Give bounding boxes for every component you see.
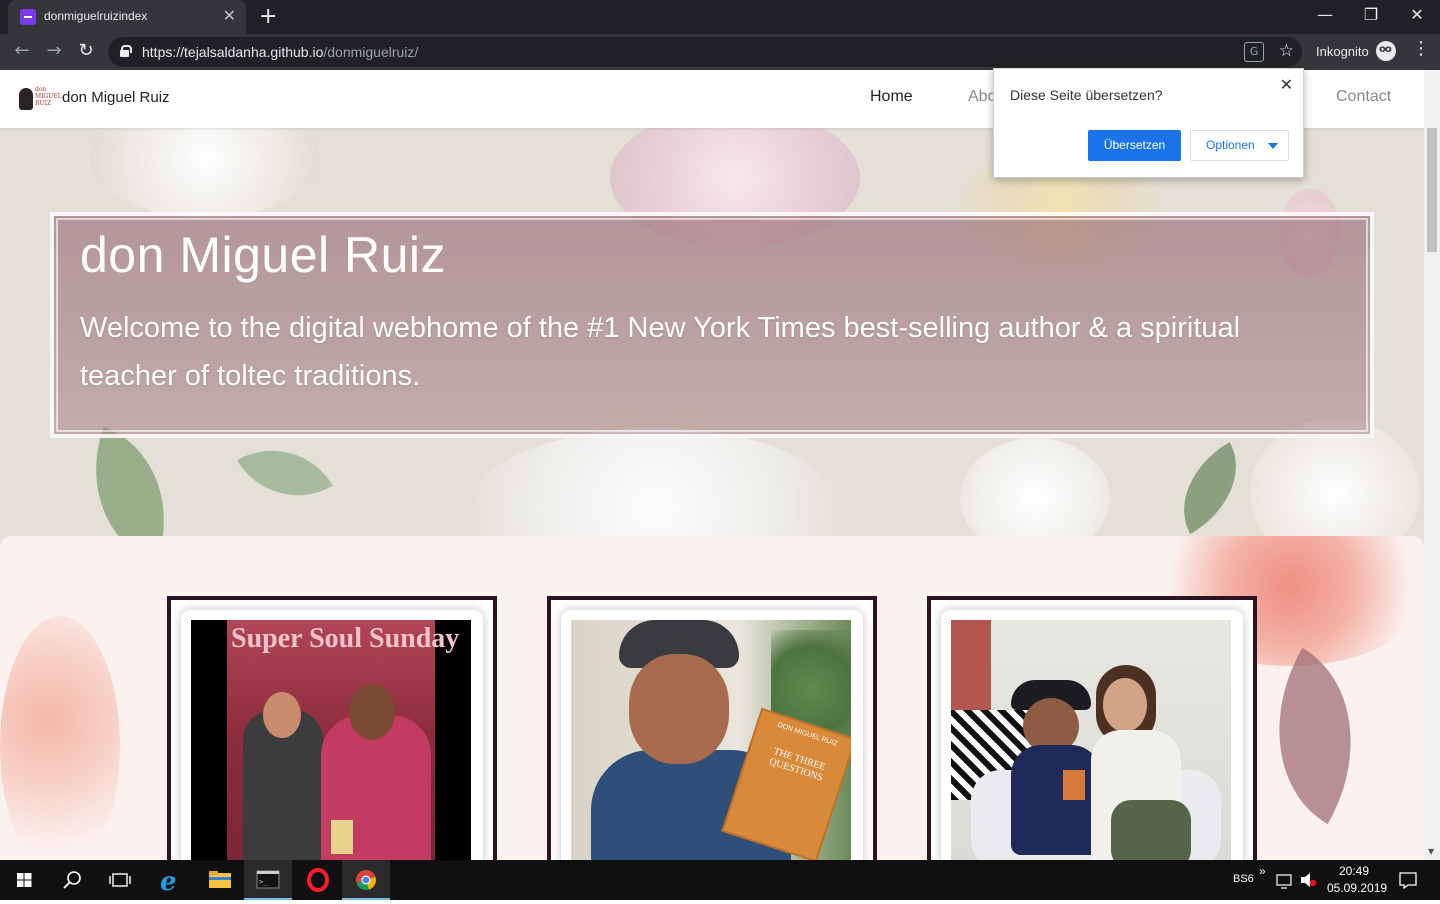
scroll-down-arrow-icon[interactable]: ▼ (1428, 847, 1434, 856)
rose-decoration (470, 428, 840, 540)
bookmark-star-icon[interactable]: ☆ (1279, 41, 1294, 61)
tab-title: donmiguelruizindex (44, 9, 148, 23)
chrome-icon (356, 870, 376, 890)
options-dropdown-button[interactable]: Optionen (1190, 130, 1289, 161)
hero-banner: don Miguel Ruiz Welcome to the digital w… (50, 212, 1374, 438)
book-title-text: THE THREE QUESTIONS (767, 745, 827, 784)
volume-muted-icon[interactable] (1298, 860, 1320, 900)
translate-popup: Diese Seite übersetzen? ✕ Übersetzen Opt… (993, 68, 1304, 178)
browser-tab-active[interactable]: donmiguelruizindex ✕ (8, 0, 246, 34)
action-center-button[interactable] (1394, 860, 1424, 900)
window-close-button[interactable]: ✕ (1394, 5, 1440, 24)
address-bar[interactable]: https://tejalsaldanha.github.io/donmigue… (108, 37, 1302, 67)
page-scrollbar[interactable]: ▼ (1424, 70, 1440, 860)
photo-oprah[interactable]: Super Soul Sunday (191, 620, 471, 860)
hero-title: don Miguel Ruiz (80, 227, 447, 283)
terminal-icon: >_ (256, 870, 280, 889)
internet-explorer-icon: e (160, 867, 177, 897)
leaf-decoration (1160, 442, 1260, 534)
svg-text:e: e (160, 867, 177, 897)
reload-button[interactable]: ↻ (74, 40, 98, 61)
clock-time[interactable]: 20:49 (1339, 864, 1369, 878)
windows-taskbar: e >_ BS6 » 20:49 05.09.2019 (0, 860, 1440, 900)
folder-icon (209, 871, 231, 888)
lock-icon[interactable] (120, 45, 132, 57)
taskbar-terminal[interactable]: >_ (244, 860, 292, 900)
photo-gallery: Super Soul Sunday THE THREE QUESTIONS DO… (0, 536, 1424, 860)
svg-text:>_: >_ (259, 878, 268, 886)
browser-toolbar: ← → ↻ https://tejalsaldanha.github.io/do… (0, 34, 1440, 70)
taskbar-explorer[interactable] (196, 860, 244, 900)
taskbar-chrome[interactable] (342, 860, 390, 900)
gallery-card[interactable]: THE THREE QUESTIONS DON MIGUEL RUIZ (547, 596, 877, 860)
leaf-decoration (1232, 647, 1398, 825)
translate-button[interactable]: Übersetzen (1088, 130, 1181, 161)
back-button[interactable]: ← (10, 40, 34, 61)
tab-close-icon[interactable]: ✕ (223, 7, 236, 25)
gallery-card[interactable] (927, 596, 1257, 860)
search-button[interactable] (48, 860, 96, 900)
nav-contact[interactable]: Contact (1336, 88, 1391, 106)
keyboard-language[interactable]: BS6 (1233, 873, 1254, 885)
rose-decoration (960, 438, 1110, 540)
leaf-decoration (66, 426, 194, 540)
site-logo[interactable]: don MIGUEL RUIZ (17, 84, 62, 114)
task-view-button[interactable] (96, 860, 144, 900)
search-icon (63, 871, 81, 889)
windows-logo-icon (17, 873, 32, 887)
hero-section: don Miguel Ruiz Welcome to the digital w… (0, 128, 1424, 540)
flower-decoration (0, 616, 120, 860)
taskbar-edge[interactable]: e (148, 860, 196, 900)
url-text[interactable]: https://tejalsaldanha.github.io/donmigue… (142, 44, 418, 60)
translate-icon[interactable]: G (1244, 42, 1264, 62)
nav-home[interactable]: Home (870, 88, 913, 106)
browser-menu-icon[interactable]: ⋮ (1412, 40, 1430, 58)
site-brand[interactable]: don Miguel Ruiz (62, 89, 170, 106)
window-minimize-button[interactable]: — (1302, 5, 1348, 24)
forward-button[interactable]: → (42, 40, 66, 61)
chevron-down-icon (1268, 143, 1278, 149)
page-viewport: don MIGUEL RUIZ don Miguel Ruiz Home Abo… (0, 70, 1424, 860)
show-sign-text: Super Soul Sunday (231, 623, 460, 654)
task-view-icon (109, 873, 131, 887)
site-favicon-icon (20, 9, 36, 25)
notification-icon (1399, 872, 1417, 890)
photo-miguel-book[interactable]: THE THREE QUESTIONS DON MIGUEL RUIZ (571, 620, 851, 860)
start-button[interactable] (0, 860, 48, 900)
window-restore-button[interactable]: ❐ (1348, 5, 1394, 24)
rose-decoration (90, 128, 320, 218)
taskbar-opera[interactable] (294, 860, 342, 900)
network-icon[interactable] (1274, 860, 1296, 900)
hero-subtitle: Welcome to the digital webhome of the #1… (80, 312, 1241, 392)
browser-titlebar: donmiguelruizindex ✕ + — ❐ ✕ (0, 0, 1440, 34)
scrollbar-thumb[interactable] (1427, 128, 1437, 252)
opera-icon (307, 868, 329, 892)
incognito-icon[interactable] (1376, 41, 1396, 61)
translate-message: Diese Seite übersetzen? (1010, 87, 1163, 103)
gallery-card[interactable]: Super Soul Sunday (167, 596, 497, 860)
incognito-label: Inkognito (1316, 44, 1369, 59)
leaf-decoration (237, 425, 333, 521)
clock-date[interactable]: 05.09.2019 (1327, 881, 1387, 895)
show-hidden-icons-chevron[interactable]: » (1259, 864, 1266, 878)
popup-close-icon[interactable]: ✕ (1280, 75, 1293, 95)
photo-miguel-couch[interactable] (951, 620, 1231, 860)
new-tab-button[interactable]: + (259, 4, 277, 29)
